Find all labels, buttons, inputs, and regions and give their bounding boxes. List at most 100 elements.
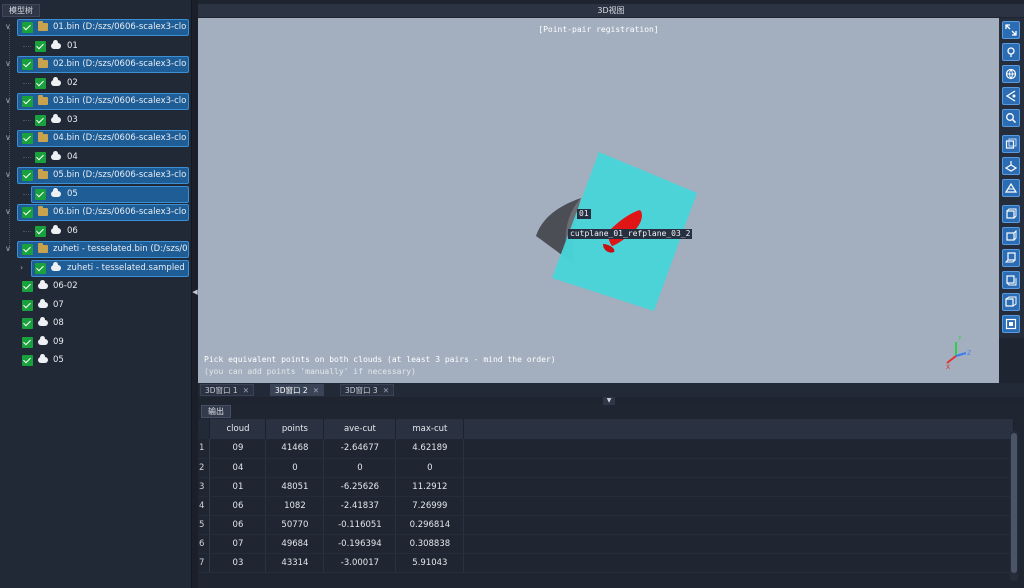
close-icon[interactable]: ✕ — [243, 386, 249, 395]
table-row[interactable]: 6 07 49684 -0.196394 0.308838 — [198, 534, 1014, 554]
bottom-view-icon[interactable] — [1002, 271, 1020, 289]
tree-item-05-cloud[interactable]: 05 — [0, 352, 192, 370]
folder-icon — [38, 58, 48, 68]
close-icon[interactable]: ✕ — [383, 386, 389, 395]
expand-chevron-icon[interactable]: ∨ — [5, 59, 13, 69]
tree-item-01-bin[interactable]: ∨ 01.bin (D:/szs/0606-scalex3-clo... — [0, 19, 192, 37]
expand-chevron-icon[interactable]: ∨ — [5, 170, 13, 180]
visibility-checkbox[interactable] — [35, 226, 46, 237]
column-header-points[interactable]: points — [265, 419, 325, 439]
tree-item-07[interactable]: 07 — [0, 297, 192, 315]
tab-3d-window-1[interactable]: 3D窗口 1 ✕ — [200, 384, 254, 396]
visibility-checkbox[interactable] — [22, 133, 33, 144]
front-view-icon[interactable] — [1002, 135, 1020, 153]
folder-icon — [38, 132, 48, 142]
visibility-checkbox[interactable] — [35, 263, 46, 274]
close-icon[interactable]: ✕ — [313, 386, 319, 395]
visibility-checkbox[interactable] — [22, 318, 33, 329]
frame-view-icon[interactable] — [1002, 315, 1020, 333]
visibility-checkbox[interactable] — [35, 115, 46, 126]
table-row[interactable]: 5 06 50770 -0.116051 0.296814 — [198, 515, 1014, 535]
right-view-icon[interactable] — [1002, 227, 1020, 245]
tree-item-08[interactable]: 08 — [0, 315, 192, 333]
table-row[interactable]: 4 06 1082 -2.41837 7.26999 — [198, 496, 1014, 516]
tree-item-06-bin[interactable]: ∨ 06.bin (D:/szs/0606-scalex3-clo... — [0, 204, 192, 222]
3d-viewport[interactable]: [Point-pair registration] Y X Z 01 cutpl… — [198, 18, 999, 383]
top-view-icon[interactable] — [1002, 205, 1020, 223]
output-tab[interactable]: 输出 — [201, 405, 231, 418]
tab-3d-window-3[interactable]: 3D窗口 3 ✕ — [340, 384, 394, 396]
view-tab-bar: 3D窗口 1 ✕ 3D窗口 2 ✕ 3D窗口 3 ✕ — [198, 383, 1024, 397]
iso-view-icon[interactable] — [1002, 157, 1020, 175]
expand-chevron-icon[interactable]: ∨ — [5, 207, 13, 217]
visibility-checkbox[interactable] — [35, 189, 46, 200]
tree-item-zuheti-sampled[interactable]: › zuheti - tesselated.sampled — [0, 260, 192, 278]
visibility-checkbox[interactable] — [35, 152, 46, 163]
cell-max-cut: 0 — [395, 458, 465, 478]
tree-item-04-bin[interactable]: ∨ 04.bin (D:/szs/0606-scalex3-clo... — [0, 130, 192, 148]
visibility-checkbox[interactable] — [35, 78, 46, 89]
folder-icon — [38, 243, 48, 253]
tab-3d-window-2[interactable]: 3D窗口 2 ✕ — [270, 384, 324, 396]
tree-item-02[interactable]: 02 — [0, 75, 192, 93]
tree-item-06[interactable]: 06 — [0, 223, 192, 241]
tree-item-05-bin[interactable]: ∨ 05.bin (D:/szs/0606-scalex3-clo... — [0, 167, 192, 185]
column-header-max-cut[interactable]: max-cut — [395, 419, 465, 439]
tree-item-02-bin[interactable]: ∨ 02.bin (D:/szs/0606-scalex3-clo... — [0, 56, 192, 74]
table-row[interactable]: 3 01 48051 -6.25626 11.2912 — [198, 477, 1014, 497]
point-cloud-icon — [51, 114, 61, 123]
tree-item-label: zuheti - tesselated.bin (D:/szs/0... — [53, 244, 187, 254]
table-header-row: cloud points ave-cut max-cut — [198, 419, 1014, 439]
pick-icon[interactable] — [1002, 87, 1020, 105]
cell-points: 49684 — [265, 534, 325, 554]
row-number: 1 — [198, 439, 211, 459]
tree-item-03-bin[interactable]: ∨ 03.bin (D:/szs/0606-scalex3-clo... — [0, 93, 192, 111]
visibility-checkbox[interactable] — [22, 300, 33, 311]
cell-ave-cut: 0 — [323, 458, 397, 478]
tree-item-06-02[interactable]: 06-02 — [0, 278, 192, 296]
expand-chevron-icon[interactable]: › — [20, 263, 28, 273]
visibility-checkbox[interactable] — [22, 337, 33, 348]
folder-icon — [38, 95, 48, 105]
visibility-checkbox[interactable] — [22, 281, 33, 292]
fullscreen-icon[interactable] — [1002, 21, 1020, 39]
back-view-icon[interactable] — [1002, 249, 1020, 267]
expand-chevron-icon[interactable]: ∨ — [5, 244, 13, 254]
column-header-cloud[interactable]: cloud — [209, 419, 267, 439]
visibility-checkbox[interactable] — [22, 244, 33, 255]
expand-chevron-icon[interactable]: ∨ — [5, 22, 13, 32]
output-scrollbar[interactable] — [1010, 431, 1018, 581]
cell-points: 41468 — [265, 439, 325, 459]
visibility-checkbox[interactable] — [22, 355, 33, 366]
expand-chevron-icon[interactable]: ∨ — [5, 96, 13, 106]
visibility-checkbox[interactable] — [22, 170, 33, 181]
column-header-ave-cut[interactable]: ave-cut — [323, 419, 397, 439]
model-tree-tab[interactable]: 模型树 — [2, 4, 40, 17]
table-row[interactable]: 7 03 43314 -3.00017 5.91043 — [198, 553, 1014, 573]
point-cloud-icon — [51, 40, 61, 49]
iso2-view-icon[interactable] — [1002, 293, 1020, 311]
tree-item-04[interactable]: 04 — [0, 149, 192, 167]
tree-item-03[interactable]: 03 — [0, 112, 192, 130]
visibility-checkbox[interactable] — [22, 59, 33, 70]
visibility-checkbox[interactable] — [22, 207, 33, 218]
visibility-checkbox[interactable] — [22, 96, 33, 107]
visibility-checkbox[interactable] — [22, 22, 33, 33]
expand-chevron-icon[interactable]: ∨ — [5, 133, 13, 143]
tree-item-zuheti-bin[interactable]: ∨ zuheti - tesselated.bin (D:/szs/0... — [0, 241, 192, 259]
scrollbar-thumb[interactable] — [1011, 433, 1017, 573]
table-row[interactable]: 2 04 0 0 0 — [198, 458, 1014, 478]
zoom-icon[interactable] — [1002, 109, 1020, 127]
tree-item-09[interactable]: 09 — [0, 334, 192, 352]
left-view-icon[interactable] — [1002, 179, 1020, 197]
pin-icon[interactable] — [1002, 43, 1020, 61]
collapse-output-arrow-icon[interactable]: ▼ — [603, 397, 615, 405]
view-toolbar — [999, 18, 1024, 338]
table-row[interactable]: 1 09 41468 -2.64677 4.62189 — [198, 439, 1014, 459]
visibility-checkbox[interactable] — [35, 41, 46, 52]
cell-max-cut: 0.308838 — [395, 534, 465, 554]
tree-item-label: 02 — [67, 78, 78, 88]
tree-item-05[interactable]: 05 — [0, 186, 192, 204]
tree-item-01[interactable]: 01 — [0, 38, 192, 56]
globe-icon[interactable] — [1002, 65, 1020, 83]
